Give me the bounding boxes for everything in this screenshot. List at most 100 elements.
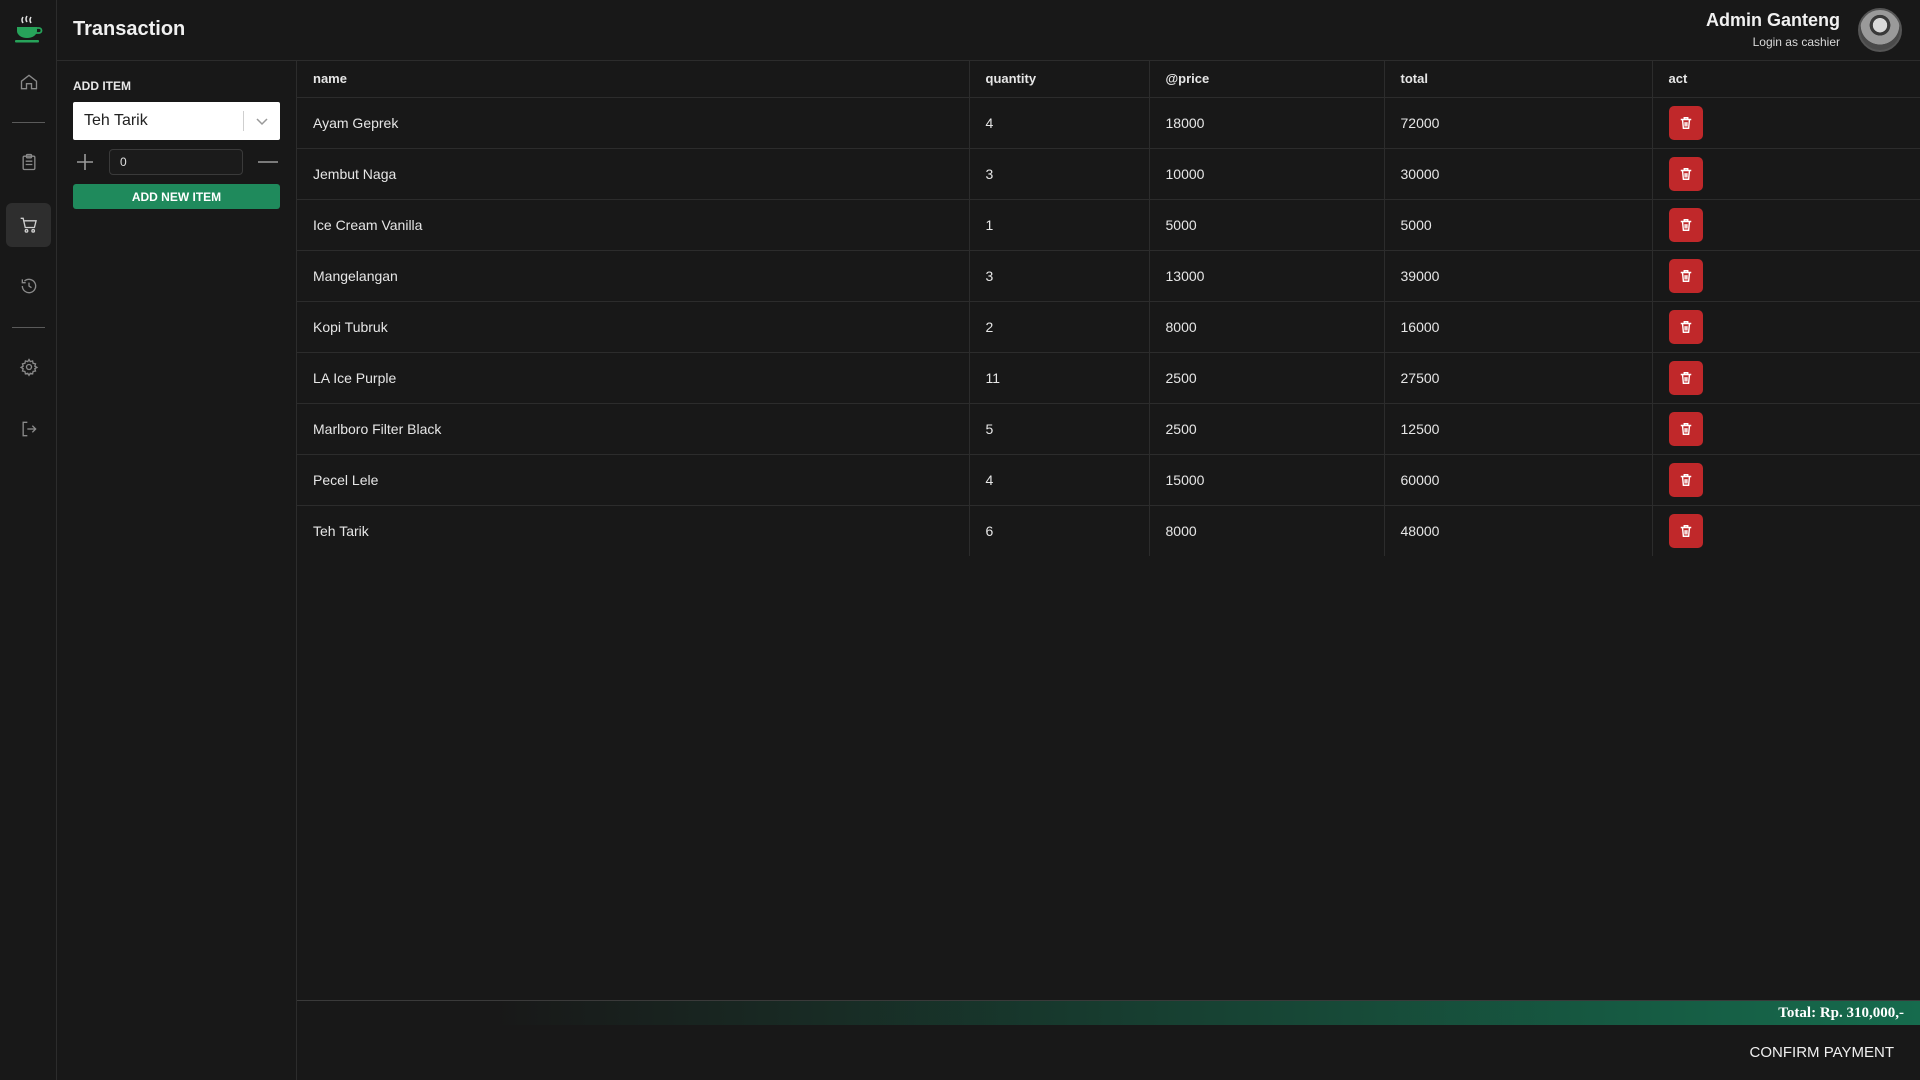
cell-name: Ayam Geprek — [297, 97, 970, 149]
total-bar: Total: Rp. 310,000,- — [297, 1000, 1920, 1025]
cell-total: 72000 — [1384, 97, 1653, 149]
trash-icon — [1680, 269, 1691, 282]
cell-name: LA Ice Purple — [297, 352, 970, 404]
avatar[interactable] — [1858, 8, 1902, 52]
table-row: Teh Tarik 6 8000 48000 — [297, 505, 1920, 556]
table-row: Pecel Lele 4 15000 60000 — [297, 454, 1920, 506]
column-header-price: @price — [1149, 61, 1385, 98]
delete-button[interactable] — [1668, 105, 1703, 140]
trash-icon — [1680, 422, 1691, 435]
nav-history[interactable] — [6, 264, 51, 308]
delete-button[interactable] — [1668, 411, 1703, 446]
table-row: LA Ice Purple 11 2500 27500 — [297, 352, 1920, 404]
table-row: Kopi Tubruk 2 8000 16000 — [297, 301, 1920, 353]
nav-divider — [12, 327, 45, 328]
cell-name: Mangelangan — [297, 250, 970, 302]
trash-icon — [1680, 524, 1691, 537]
quantity-input[interactable] — [109, 149, 243, 175]
user-name: Admin Ganteng — [1706, 10, 1840, 30]
cell-act — [1652, 250, 1920, 302]
item-select-value: Teh Tarik — [84, 112, 148, 129]
trash-icon — [1680, 167, 1691, 180]
cell-total: 12500 — [1384, 403, 1653, 455]
cell-name: Pecel Lele — [297, 454, 970, 506]
delete-button[interactable] — [1668, 156, 1703, 191]
cell-price: 8000 — [1149, 301, 1385, 353]
history-icon — [21, 278, 36, 294]
transaction-table-container: name quantity @price total act Ayam Gepr… — [297, 61, 1920, 556]
delete-button[interactable] — [1668, 462, 1703, 497]
nav-logout[interactable] — [6, 407, 51, 451]
add-item-panel: ADD ITEM Teh Tarik ADD NEW ITEM — [57, 61, 297, 1080]
chevron-down-icon[interactable] — [254, 113, 270, 129]
cell-price: 15000 — [1149, 454, 1385, 506]
minus-icon[interactable] — [256, 148, 280, 176]
cell-quantity: 3 — [969, 250, 1150, 302]
cell-quantity: 3 — [969, 148, 1150, 200]
nav-transaction[interactable] — [6, 203, 51, 247]
total-amount: Total: Rp. 310,000,- — [1778, 1005, 1904, 1021]
delete-button[interactable] — [1668, 513, 1703, 548]
coffee-cup-logo-icon[interactable] — [12, 14, 44, 46]
cell-price: 5000 — [1149, 199, 1385, 251]
item-select[interactable]: Teh Tarik — [73, 102, 280, 140]
cell-quantity: 2 — [969, 301, 1150, 353]
add-item-label: ADD ITEM — [73, 79, 131, 93]
cell-total: 60000 — [1384, 454, 1653, 506]
cell-quantity: 6 — [969, 505, 1150, 556]
cell-quantity: 5 — [969, 403, 1150, 455]
column-header-act: act — [1652, 61, 1920, 98]
cell-total: 16000 — [1384, 301, 1653, 353]
home-icon — [20, 74, 37, 90]
cell-price: 10000 — [1149, 148, 1385, 200]
trash-icon — [1680, 473, 1691, 486]
table-row: Jembut Naga 3 10000 30000 — [297, 148, 1920, 200]
cell-total: 30000 — [1384, 148, 1653, 200]
cell-act — [1652, 199, 1920, 251]
plus-icon[interactable] — [73, 148, 97, 176]
page-title: Transaction — [73, 18, 186, 40]
column-header-name: name — [297, 61, 970, 98]
table-row: Mangelangan 3 13000 39000 — [297, 250, 1920, 302]
cell-price: 8000 — [1149, 505, 1385, 556]
cell-act — [1652, 301, 1920, 353]
cell-price: 13000 — [1149, 250, 1385, 302]
delete-button[interactable] — [1668, 258, 1703, 293]
cell-total: 39000 — [1384, 250, 1653, 302]
cell-quantity: 1 — [969, 199, 1150, 251]
nav-divider — [12, 122, 45, 123]
cell-quantity: 4 — [969, 454, 1150, 506]
cell-total: 48000 — [1384, 505, 1653, 556]
column-header-quantity: quantity — [969, 61, 1150, 98]
cell-name: Teh Tarik — [297, 505, 970, 556]
cell-name: Marlboro Filter Black — [297, 403, 970, 455]
nav-reports[interactable] — [6, 140, 51, 184]
add-new-item-button[interactable]: ADD NEW ITEM — [73, 184, 280, 209]
nav-home[interactable] — [6, 60, 51, 104]
cell-quantity: 4 — [969, 97, 1150, 149]
cell-price: 18000 — [1149, 97, 1385, 149]
user-role: Login as cashier — [1752, 35, 1840, 49]
column-header-total: total — [1384, 61, 1653, 98]
nav-settings[interactable] — [6, 345, 51, 389]
sidebar — [0, 0, 57, 1080]
cell-quantity: 11 — [969, 352, 1150, 404]
cell-act — [1652, 403, 1920, 455]
trash-icon — [1680, 371, 1691, 384]
cell-price: 2500 — [1149, 403, 1385, 455]
cart-icon — [20, 217, 37, 233]
delete-button[interactable] — [1668, 309, 1703, 344]
delete-button[interactable] — [1668, 360, 1703, 395]
trash-icon — [1680, 218, 1691, 231]
transaction-table: name quantity @price total act Ayam Gepr… — [297, 61, 1920, 556]
cell-act — [1652, 505, 1920, 556]
delete-button[interactable] — [1668, 207, 1703, 242]
gear-icon — [19, 358, 38, 377]
top-header: Transaction Admin Ganteng Login as cashi… — [57, 0, 1920, 61]
cell-name: Kopi Tubruk — [297, 301, 970, 353]
cell-act — [1652, 148, 1920, 200]
cell-name: Jembut Naga — [297, 148, 970, 200]
cell-total: 27500 — [1384, 352, 1653, 404]
confirm-payment-button[interactable]: CONFIRM PAYMENT — [1744, 1043, 1900, 1062]
cell-act — [1652, 454, 1920, 506]
